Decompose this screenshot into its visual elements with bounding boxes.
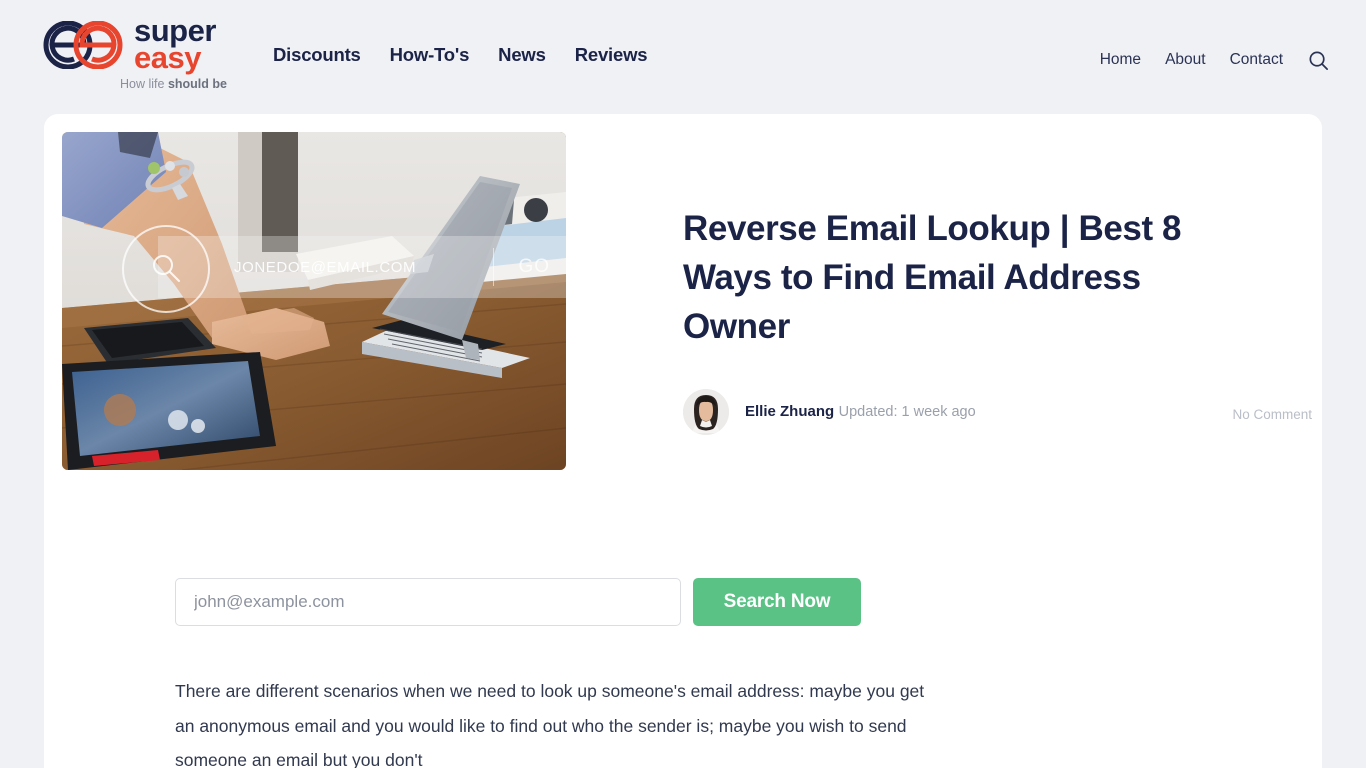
comment-count[interactable]: No Comment [1232,407,1312,422]
hero-overlay-go-button[interactable]: GO [518,256,550,278]
main-navigation: Discounts How-To's News Reviews [273,44,648,66]
brand-logo-link[interactable]: super easy How life should be [40,15,227,91]
byline-text: Ellie Zhuang Updated: 1 week ago [745,403,976,421]
page-title: Reverse Email Lookup | Best 8 Ways to Fi… [683,209,1182,346]
hero-search-overlay: JONEDOE@EMAIL.COM GO [122,225,566,313]
brand-wordmark: super easy [134,15,216,75]
nav-item-home[interactable]: Home [1100,51,1141,69]
article-hero-image: JONEDOE@EMAIL.COM GO [62,132,566,470]
article-paragraph: There are different scenarios when we ne… [175,681,925,768]
email-lookup-form: Search Now [175,578,1322,626]
utility-navigation: Home About Contact [1100,47,1331,73]
article-body: There are different scenarios when we ne… [175,674,927,768]
search-now-button[interactable]: Search Now [693,578,861,626]
search-icon[interactable] [1305,47,1331,73]
nav-item-news[interactable]: News [498,44,546,66]
brand-tagline: How life should be [120,77,227,91]
article-main-column: Reverse Email Lookup | Best 8 Ways to Fi… [566,132,1312,470]
byline: Ellie Zhuang Updated: 1 week ago No Comm… [683,389,1312,435]
nav-item-contact[interactable]: Contact [1230,51,1283,69]
nav-item-about[interactable]: About [1165,51,1206,69]
brand-tagline-prefix: How life [120,77,168,92]
superesay-double-e-logo-icon [40,20,126,70]
brand-tagline-strong: should be [167,77,227,92]
nav-item-reviews[interactable]: Reviews [575,44,648,66]
brand-name-easy: easy [134,39,201,75]
site-header: super easy How life should be Discounts … [0,0,1366,114]
author-avatar [683,389,729,435]
article-card: JONEDOE@EMAIL.COM GO Reverse Email Looku… [44,114,1322,768]
brand-row: super easy [40,15,216,75]
hero-overlay-email-text: JONEDOE@EMAIL.COM [234,258,417,276]
author-name[interactable]: Ellie Zhuang [745,403,834,420]
updated-timestamp: Updated: 1 week ago [838,404,976,420]
article-header: JONEDOE@EMAIL.COM GO Reverse Email Looku… [44,114,1322,470]
hero-overlay-divider [493,248,494,286]
nav-item-discounts[interactable]: Discounts [273,44,361,66]
magnifier-icon [122,225,210,313]
nav-item-how-tos[interactable]: How-To's [390,44,470,66]
email-search-input[interactable] [175,578,681,626]
